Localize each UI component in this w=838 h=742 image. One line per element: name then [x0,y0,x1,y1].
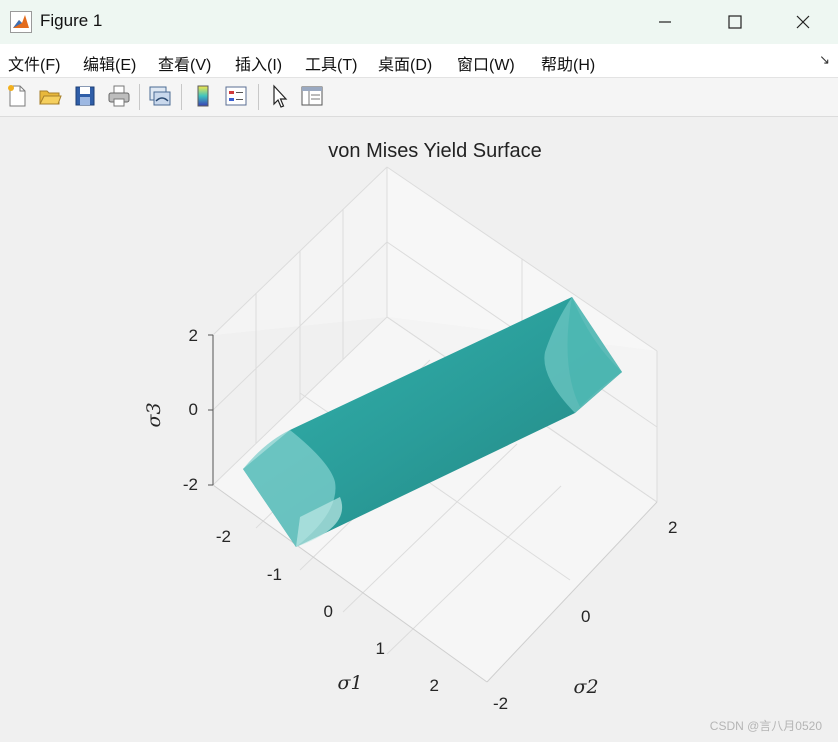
property-inspector-icon[interactable] [299,83,325,109]
menu-bar: 文件(F) 编辑(E) 查看(V) 插入(I) 工具(T) 桌面(D) 窗口(W… [0,44,838,78]
open-file-icon[interactable] [37,83,63,109]
z-axis-label: σ3 [143,402,165,427]
menu-file[interactable]: 文件(F) [8,51,60,75]
x-tick-label: 2 [430,676,439,695]
plot-title: von Mises Yield Surface [328,140,541,162]
x-tick-label: -1 [267,565,282,584]
z-tick-label: -2 [183,475,198,494]
y-axis-label: σ2 [573,676,598,698]
figure-canvas[interactable]: von Mises Yield Surface 2 0 -2 -2 -1 0 1… [0,117,838,742]
x-tick-label: 0 [324,602,333,621]
legend-icon[interactable] [223,83,249,109]
minimize-icon [659,21,671,23]
dock-arrow-icon[interactable]: ↘ [819,52,830,68]
maximize-icon [728,15,742,29]
save-icon[interactable] [72,83,98,109]
matlab-app-icon [10,11,32,33]
figure-toolbar [0,78,838,117]
colorbar-icon[interactable] [190,83,216,109]
link-plot-icon[interactable] [147,83,173,109]
print-icon[interactable] [106,83,132,109]
toolbar-separator [139,84,140,110]
watermark-text: CSDN @言八月0520 [709,719,822,733]
y-tick-label: 0 [581,607,590,626]
window-titlebar: Figure 1 [0,0,838,44]
menu-view[interactable]: 查看(V) [158,51,211,75]
y-tick-label: 2 [668,518,677,537]
maximize-button[interactable] [700,0,770,44]
plot-3d-axes[interactable]: von Mises Yield Surface 2 0 -2 -2 -1 0 1… [0,117,838,742]
x-tick-label: -2 [216,527,231,546]
menu-insert[interactable]: 插入(I) [235,51,282,75]
menu-tools[interactable]: 工具(T) [305,51,357,75]
menu-window[interactable]: 窗口(W) [457,51,515,75]
y-tick-label: -2 [493,694,508,713]
toolbar-separator [258,84,259,110]
menu-edit[interactable]: 编辑(E) [83,51,136,75]
minimize-button[interactable] [630,0,700,44]
z-tick-label: 0 [189,400,198,419]
menu-desktop[interactable]: 桌面(D) [378,51,432,75]
close-button[interactable] [768,0,838,44]
x-tick-label: 1 [376,639,385,658]
menu-help[interactable]: 帮助(H) [541,51,595,75]
close-icon [796,15,810,29]
window-title: Figure 1 [40,11,103,30]
new-figure-icon[interactable] [4,83,30,109]
select-arrow-icon[interactable] [267,83,293,109]
toolbar-separator [181,84,182,110]
x-axis-label: σ1 [337,672,362,694]
tick-marks [208,334,214,486]
z-tick-label: 2 [189,326,198,345]
